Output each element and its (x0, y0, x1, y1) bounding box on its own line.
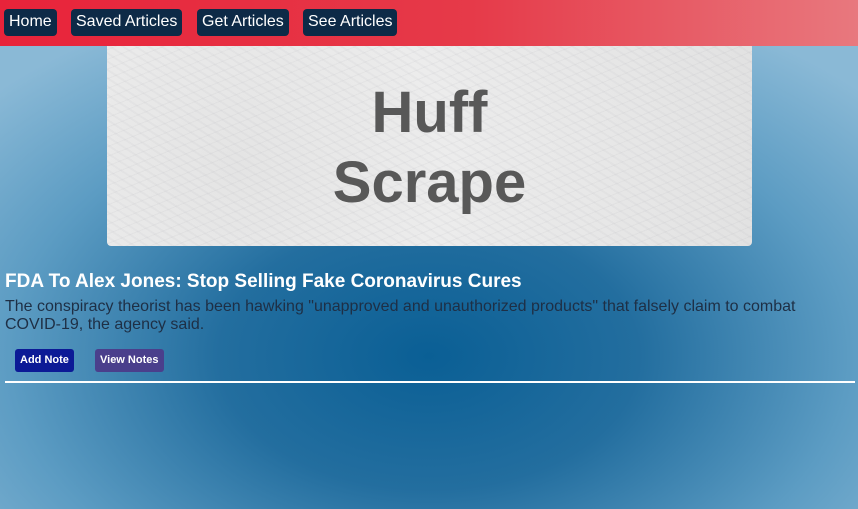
navbar: Home Saved Articles Get Articles See Art… (0, 0, 858, 46)
view-notes-button[interactable]: View Notes (95, 349, 164, 372)
article-divider (5, 381, 855, 383)
hero-banner: Huff Scrape (107, 46, 752, 246)
nav-get-articles-button[interactable]: Get Articles (197, 9, 289, 36)
hero-title-line1: Huff (371, 80, 488, 145)
article-summary: The conspiracy theorist has been hawking… (5, 298, 796, 333)
nav-see-articles-button[interactable]: See Articles (303, 9, 398, 36)
nav-home-button[interactable]: Home (4, 9, 57, 36)
hero-title-line2: Scrape (332, 150, 527, 215)
hero-title: Huff Scrape (107, 78, 752, 218)
article-title[interactable]: FDA To Alex Jones: Stop Selling Fake Cor… (5, 271, 522, 293)
add-note-button[interactable]: Add Note (15, 349, 74, 372)
nav-saved-articles-button[interactable]: Saved Articles (71, 9, 183, 36)
